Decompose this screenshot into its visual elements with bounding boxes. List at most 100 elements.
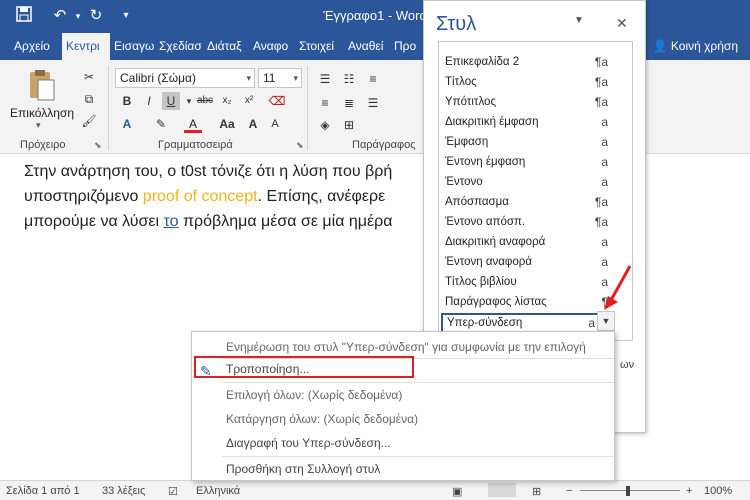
paragraph-char-icon: ¶a bbox=[594, 95, 608, 109]
paste-label[interactable]: Επικόλληση bbox=[10, 106, 74, 120]
document-line-1[interactable]: Στην ανάρτηση του, ο t0st τόνιζε ότι η λ… bbox=[24, 163, 392, 181]
italic-icon[interactable]: I bbox=[140, 92, 158, 110]
style-item[interactable]: Τίτλος ¶a bbox=[439, 72, 632, 92]
style-name: Επικεφαλίδα 2 bbox=[445, 56, 520, 68]
hyperlink-text[interactable]: το bbox=[164, 213, 179, 230]
change-case-icon[interactable]: Aa bbox=[218, 115, 236, 133]
tab-mailings[interactable]: Στοιχεί bbox=[299, 33, 343, 60]
underline-icon[interactable]: U bbox=[162, 92, 180, 110]
menu-item-clear-all[interactable]: Κατάργηση όλων: (Χωρίς δεδομένα) bbox=[192, 408, 614, 430]
style-item[interactable]: Υπότιτλος ¶a bbox=[439, 92, 632, 112]
tab-review[interactable]: Αναθεί bbox=[348, 33, 390, 60]
tab-view[interactable]: Προ bbox=[394, 33, 422, 60]
ribbon-divider bbox=[307, 66, 308, 150]
format-painter-icon[interactable]: 🖌 bbox=[80, 112, 98, 130]
menu-item-delete-style[interactable]: Διαγραφή του Υπερ-σύνδεση... bbox=[192, 432, 614, 454]
document-line-2[interactable]: υποστηριζόμενο proof of concept. Επίσης,… bbox=[24, 188, 385, 206]
numbering-icon[interactable]: ☷ bbox=[340, 70, 358, 88]
shrink-font-icon[interactable]: A bbox=[266, 115, 284, 133]
share-button[interactable]: 👤 Κοινή χρήση bbox=[653, 33, 738, 60]
word-count[interactable]: 33 λέξεις bbox=[102, 485, 145, 497]
align-right-icon[interactable]: ☰ bbox=[364, 94, 382, 112]
shading-icon[interactable]: ◈ bbox=[316, 116, 334, 134]
font-name-combo[interactable]: Calibri (Σώμα) ▾ bbox=[115, 68, 255, 88]
font-size-value: 11 bbox=[263, 71, 276, 85]
style-item[interactable]: Διακριτική αναφορά a bbox=[439, 232, 632, 252]
grow-font-icon[interactable]: A bbox=[244, 115, 262, 133]
align-center-icon[interactable]: ≣ bbox=[340, 94, 358, 112]
bold-icon[interactable]: B bbox=[118, 92, 136, 110]
style-item[interactable]: Έμφαση a bbox=[439, 132, 632, 152]
copy-icon[interactable]: ⧉ bbox=[80, 90, 98, 108]
tab-file[interactable]: Αρχείο bbox=[14, 33, 54, 60]
style-name: Έντονη αναφορά bbox=[445, 256, 532, 268]
clipboard-group-label: Πρόχειρο bbox=[20, 139, 66, 151]
style-item[interactable]: Έντονη έμφαση a bbox=[439, 152, 632, 172]
font-size-dropdown-icon: ▾ bbox=[293, 73, 298, 83]
style-item[interactable]: Απόσπασμα ¶a bbox=[439, 192, 632, 212]
pane-bottom-text: ων bbox=[620, 359, 635, 371]
font-size-combo[interactable]: 11 ▾ bbox=[258, 68, 302, 88]
style-name: Τίτλος βιβλίου bbox=[445, 276, 517, 288]
paste-dropdown-icon[interactable]: ▾ bbox=[36, 120, 41, 131]
style-item[interactable]: Επικεφαλίδα 2 ¶a bbox=[439, 52, 632, 72]
subscript-icon[interactable]: x₂ bbox=[218, 92, 236, 110]
tab-home[interactable]: Κεντρι bbox=[62, 33, 110, 60]
tab-references[interactable]: Αναφο bbox=[253, 33, 293, 60]
cut-icon[interactable]: ✂ bbox=[80, 68, 98, 86]
char-style-icon: a bbox=[601, 115, 608, 129]
bullets-icon[interactable]: ☰ bbox=[316, 70, 334, 88]
borders-icon[interactable]: ⊞ bbox=[340, 116, 358, 134]
font-color-icon[interactable]: A bbox=[184, 115, 202, 133]
menu-separator bbox=[222, 456, 614, 457]
multilevel-list-icon[interactable]: ≡ bbox=[364, 70, 382, 88]
style-name: Υπότιτλος bbox=[445, 96, 496, 108]
document-text: . Επίσης, ανέφερε bbox=[257, 188, 386, 205]
strikethrough-icon[interactable]: abc bbox=[196, 92, 214, 110]
style-name: Έντονη έμφαση bbox=[445, 156, 526, 168]
text-effects-icon[interactable]: A bbox=[118, 115, 136, 133]
ribbon-divider bbox=[108, 66, 109, 150]
menu-item-add-to-gallery[interactable]: Προσθήκη στη Συλλογή στυλ bbox=[192, 458, 614, 480]
style-dropdown-button[interactable]: ▼ bbox=[597, 311, 615, 331]
superscript-icon[interactable]: x² bbox=[240, 92, 258, 110]
align-left-icon[interactable]: ≡ bbox=[316, 94, 334, 112]
menu-item-select-all[interactable]: Επιλογή όλων: (Χωρίς δεδομένα) bbox=[192, 384, 614, 406]
document-line-3[interactable]: μπορούμε να λύσει το πρόβλημα μέσα σε μί… bbox=[24, 213, 393, 231]
pane-options-icon[interactable]: ▼ bbox=[574, 15, 584, 26]
clipboard-launcher-icon[interactable]: ⬊ bbox=[94, 140, 102, 151]
language-indicator[interactable]: Ελληνικά bbox=[196, 485, 240, 497]
char-style-icon: a bbox=[601, 155, 608, 169]
highlight-color-icon[interactable]: ✎ bbox=[152, 115, 170, 133]
style-name: Έντονο απόσπ. bbox=[445, 216, 526, 228]
font-group-label: Γραμματοσειρά bbox=[158, 139, 233, 151]
style-name: Τίτλος bbox=[445, 76, 477, 88]
tab-layout[interactable]: Διάταξ bbox=[207, 33, 247, 60]
paste-icon[interactable] bbox=[24, 68, 58, 102]
style-item[interactable]: Διακριτική έμφαση a bbox=[439, 112, 632, 132]
style-item[interactable]: Έντονο a bbox=[439, 172, 632, 192]
zoom-level[interactable]: 100% bbox=[704, 485, 732, 497]
chevron-down-icon: ▼ bbox=[601, 316, 611, 326]
font-launcher-icon[interactable]: ⬊ bbox=[296, 140, 304, 151]
focus-mode-icon[interactable]: ▣ bbox=[452, 485, 462, 498]
tab-insert[interactable]: Εισαγω bbox=[114, 33, 154, 60]
document-text: μπορούμε να λύσει bbox=[24, 213, 164, 230]
proofing-icon[interactable]: ☑ bbox=[168, 485, 178, 498]
styles-pane-title: Στυλ bbox=[436, 13, 477, 35]
clear-formatting-icon[interactable]: ⌫ bbox=[268, 92, 286, 110]
style-item-hyperlink[interactable]: Υπερ-σύνδεση a bbox=[441, 313, 601, 333]
annotation-arrow-icon bbox=[604, 265, 632, 310]
zoom-slider-thumb[interactable] bbox=[626, 486, 630, 496]
style-item[interactable]: Έντονο απόσπ. ¶a bbox=[439, 212, 632, 232]
menu-item-update-style[interactable]: Ενημέρωση του στυλ "Υπερ-σύνδεση" για συ… bbox=[192, 336, 614, 358]
close-icon[interactable]: ✕ bbox=[616, 15, 628, 32]
zoom-in-icon[interactable]: + bbox=[686, 485, 692, 497]
web-layout-icon[interactable]: ⊞ bbox=[532, 485, 541, 498]
tab-design[interactable]: Σχεδίασ bbox=[159, 33, 203, 60]
style-name: Παράγραφος λίστας bbox=[445, 296, 547, 308]
zoom-slider[interactable] bbox=[580, 490, 680, 491]
page-count[interactable]: Σελίδα 1 από 1 bbox=[6, 485, 80, 497]
print-layout-icon[interactable] bbox=[488, 483, 516, 497]
zoom-out-icon[interactable]: − bbox=[566, 485, 572, 497]
